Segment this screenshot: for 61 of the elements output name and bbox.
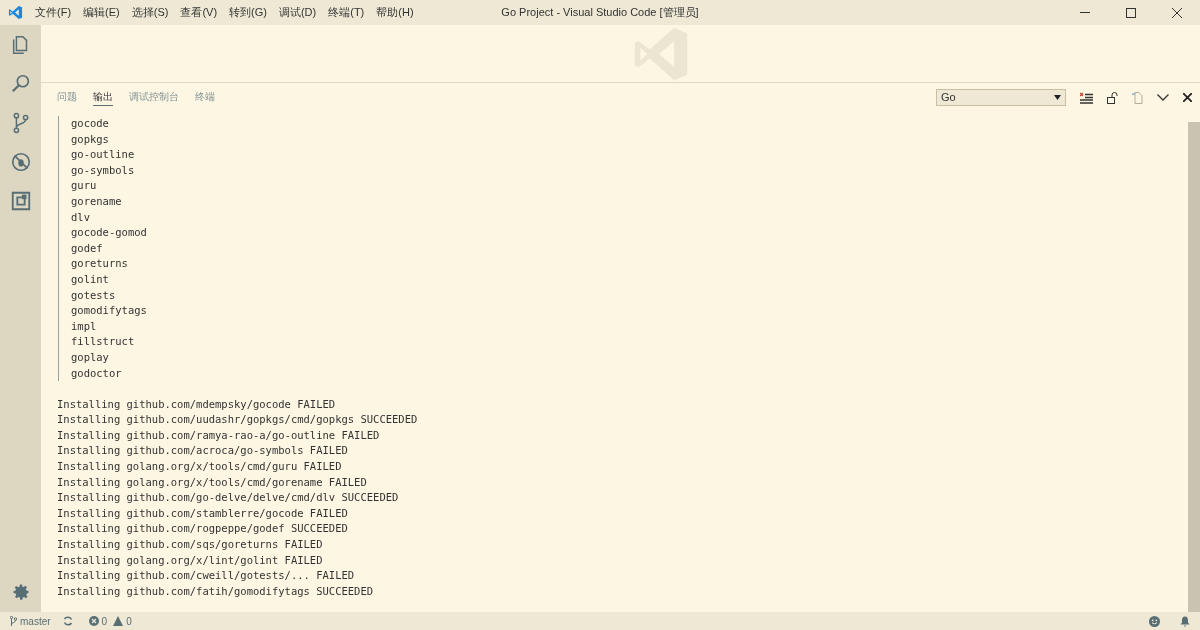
output-line: go-outline (71, 147, 135, 163)
clear-output-icon[interactable] (1080, 91, 1093, 104)
output-line: godoctor (71, 365, 122, 381)
warning-icon (113, 616, 124, 626)
panel-tab[interactable]: 输出 (93, 89, 113, 106)
output-line: gocode (71, 116, 109, 131)
output-line: Installing github.com/sqs/goreturns FAILED (57, 537, 323, 553)
output-line: gopkgs (71, 131, 109, 147)
app-logo-icon (8, 5, 23, 20)
output-line: Installing golang.org/x/tools/cmd/gorename FAILED (57, 474, 367, 490)
menu-item[interactable]: 选择(S) (131, 4, 169, 21)
menu-item[interactable]: 终端(T) (328, 4, 365, 21)
output-line: godef (71, 240, 103, 256)
debug-icon[interactable] (9, 151, 32, 173)
channel-dropdown[interactable]: Go (936, 89, 1066, 106)
branch-icon (10, 616, 17, 626)
menu-item[interactable]: 帮助(H) (376, 4, 414, 21)
output-line: fillstruct (71, 334, 135, 350)
output-line: Installing golang.org/x/tools/cmd/guru FAILED (57, 459, 342, 475)
menu-item[interactable]: 编辑(E) (83, 4, 120, 21)
unlock-icon[interactable] (1107, 91, 1118, 104)
error-icon (88, 616, 99, 626)
menu-item[interactable]: 转到(G) (229, 4, 267, 21)
output-line: impl (71, 318, 97, 334)
branch-status[interactable]: master (10, 613, 51, 629)
problems-status[interactable]: 0 0 (88, 613, 132, 629)
output-line: gocode-gomod (71, 225, 147, 241)
dropdown-caret-icon (1054, 95, 1061, 100)
output-line: Installing github.com/ramya-rao-a/go-outline FAILED (57, 427, 380, 443)
output-line: Installing github.com/mdempsky/gocode FAILED (57, 396, 336, 412)
output-line: Installing github.com/acroca/go-symbols FAILED (57, 443, 348, 459)
output-line: go-symbols (71, 162, 135, 178)
menu-item[interactable]: 调试(D) (278, 4, 317, 21)
output-line: Installing github.com/uudashr/gopkgs/cmd/gopkgs SUCCEEDED (57, 412, 418, 428)
search-icon[interactable] (9, 73, 32, 95)
output-line: goplay (71, 349, 109, 365)
close-icon (1172, 7, 1182, 18)
menu-item[interactable]: 查看(V) (180, 4, 218, 21)
bell-icon[interactable] (1180, 615, 1190, 627)
output-line: goreturns (71, 256, 128, 272)
output-line: Installing golang.org/x/lint/golint FAILED (57, 552, 323, 568)
output-line: guru (71, 178, 97, 194)
output-line: gotests (71, 287, 116, 303)
close-panel-icon[interactable] (1183, 93, 1192, 102)
output-line: gomodifytags (71, 303, 147, 319)
output-line: Installing github.com/go-delve/delve/cmd/dlv SUCCEEDED (57, 490, 399, 506)
output-line: Installing github.com/stamblerre/gocode FAILED (57, 505, 348, 521)
chevron-down-icon[interactable] (1157, 94, 1169, 101)
menu-item[interactable]: 文件(F) (35, 4, 72, 21)
new-file-icon[interactable] (1132, 91, 1143, 104)
smiley-icon[interactable] (1149, 615, 1160, 627)
output-line: Installing github.com/fatih/gomodifytags SUCCEEDED (57, 583, 374, 599)
output-line: Installing github.com/rogpeppe/godef SUCCEEDED (57, 521, 348, 537)
scrollbar[interactable] (1188, 122, 1200, 612)
output-line: dlv (71, 209, 90, 225)
extensions-icon[interactable] (9, 190, 32, 212)
window-title: Go Project - Visual Studio Code [管理员] (500, 5, 700, 21)
output-line: Installing github.com/cweill/gotests/... FAILED (57, 568, 355, 584)
output-line: golint (71, 271, 109, 287)
sync-icon[interactable] (62, 616, 73, 626)
output-line: gorename (71, 193, 122, 209)
